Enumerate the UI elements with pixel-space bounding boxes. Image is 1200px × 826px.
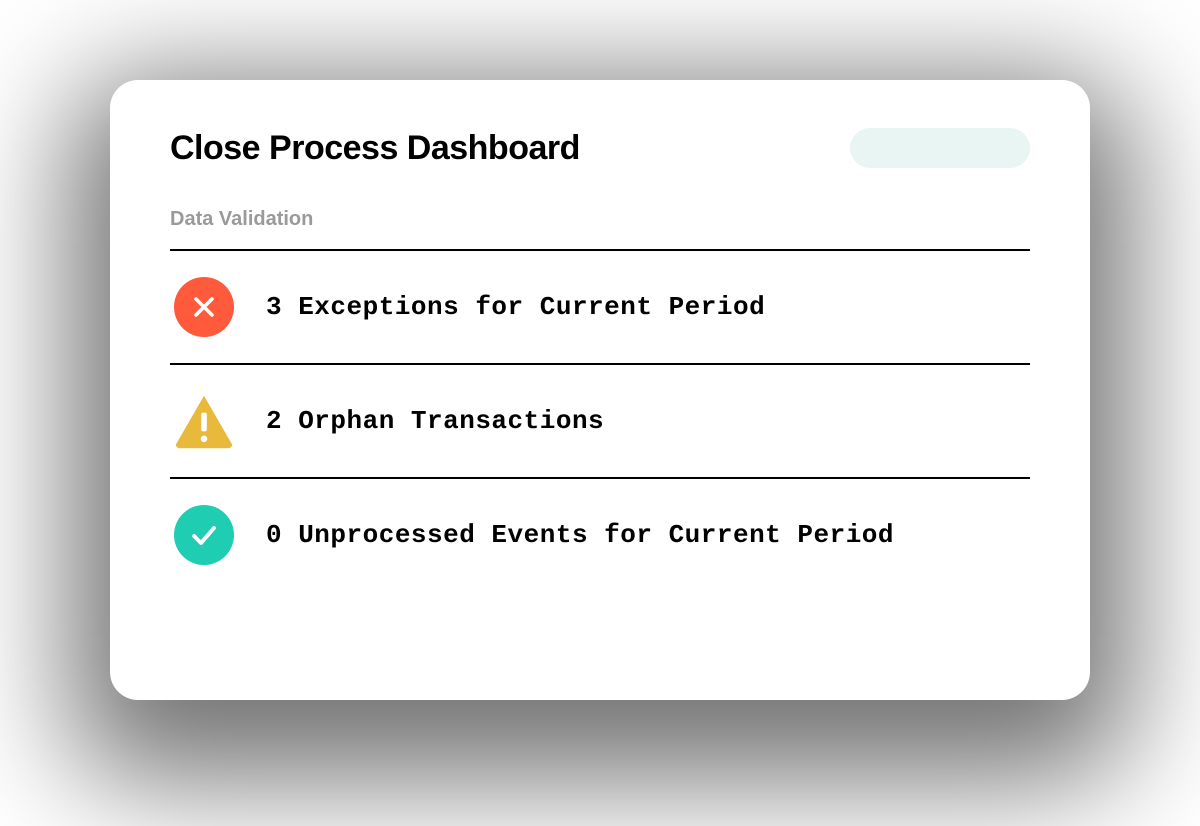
validation-list: 3 Exceptions for Current Period 2 Orphan… [170,249,1030,591]
alert-icon [174,391,234,451]
dashboard-card: Close Process Dashboard Data Validation … [110,80,1090,700]
page-title: Close Process Dashboard [170,129,580,168]
check-icon [174,505,234,565]
validation-row-text: 3 Exceptions for Current Period [266,292,765,322]
validation-row-text: 2 Orphan Transactions [266,406,604,436]
x-icon [174,277,234,337]
validation-row-orphans[interactable]: 2 Orphan Transactions [170,365,1030,479]
validation-row-unprocessed[interactable]: 0 Unprocessed Events for Current Period [170,479,1030,591]
status-pill[interactable] [850,128,1030,168]
validation-row-exceptions[interactable]: 3 Exceptions for Current Period [170,251,1030,365]
validation-row-text: 0 Unprocessed Events for Current Period [266,520,894,550]
card-header: Close Process Dashboard [170,128,1030,168]
section-label: Data Validation [170,208,1030,231]
